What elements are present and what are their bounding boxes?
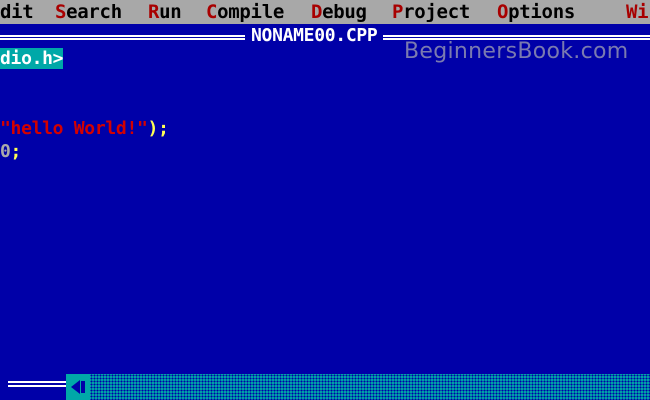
scroll-frame-lines — [8, 381, 66, 387]
code-punctuation: ); — [147, 118, 169, 139]
code-line-2[interactable]: "hello World!"); — [0, 118, 169, 140]
menu-edit-label: dit — [0, 1, 34, 23]
horizontal-scrollbar[interactable] — [0, 374, 650, 400]
menu-edit[interactable]: dit — [0, 0, 34, 24]
menu-debug[interactable]: Debug — [311, 0, 367, 24]
menu-search-label: earch — [66, 1, 122, 23]
menu-debug-hotkey: D — [311, 1, 323, 23]
menu-run-hotkey: R — [148, 1, 160, 23]
menu-search-hotkey: S — [55, 1, 67, 23]
menu-project-hotkey: P — [392, 1, 404, 23]
menu-bar: dit Search Run Compile Debug Project Opt… — [0, 0, 650, 24]
menu-compile[interactable]: Compile — [206, 0, 284, 24]
selected-text: dio.h> — [0, 48, 64, 69]
return-value: 0 — [0, 141, 11, 162]
menu-project[interactable]: Project — [392, 0, 470, 24]
menu-project-label: roject — [403, 1, 470, 23]
code-line-1[interactable]: dio.h> — [0, 48, 64, 70]
window-title[interactable]: NONAME00.CPP — [245, 24, 384, 48]
string-literal: "hello World!" — [0, 118, 148, 139]
menu-compile-label: ompile — [217, 1, 284, 23]
scroll-track[interactable] — [66, 374, 650, 400]
menu-compile-hotkey: C — [206, 1, 218, 23]
menu-search[interactable]: Search — [55, 0, 122, 24]
menu-options-label: ptions — [508, 1, 575, 23]
menu-window[interactable]: Wi — [626, 0, 649, 24]
code-semicolon: ; — [10, 141, 22, 162]
scroll-left-button[interactable] — [66, 374, 90, 400]
watermark: BeginnersBook.com — [404, 39, 629, 64]
editor-window[interactable]: NONAME00.CPP BeginnersBook.com dio.h> "h… — [0, 24, 650, 400]
code-line-3[interactable]: 0; — [0, 141, 21, 163]
menu-run[interactable]: Run — [148, 0, 182, 24]
menu-options[interactable]: Options — [497, 0, 575, 24]
menu-debug-label: ebug — [322, 1, 367, 23]
menu-options-hotkey: O — [497, 1, 509, 23]
menu-window-hotkey: Wi — [626, 1, 649, 23]
menu-run-label: un — [159, 1, 182, 23]
